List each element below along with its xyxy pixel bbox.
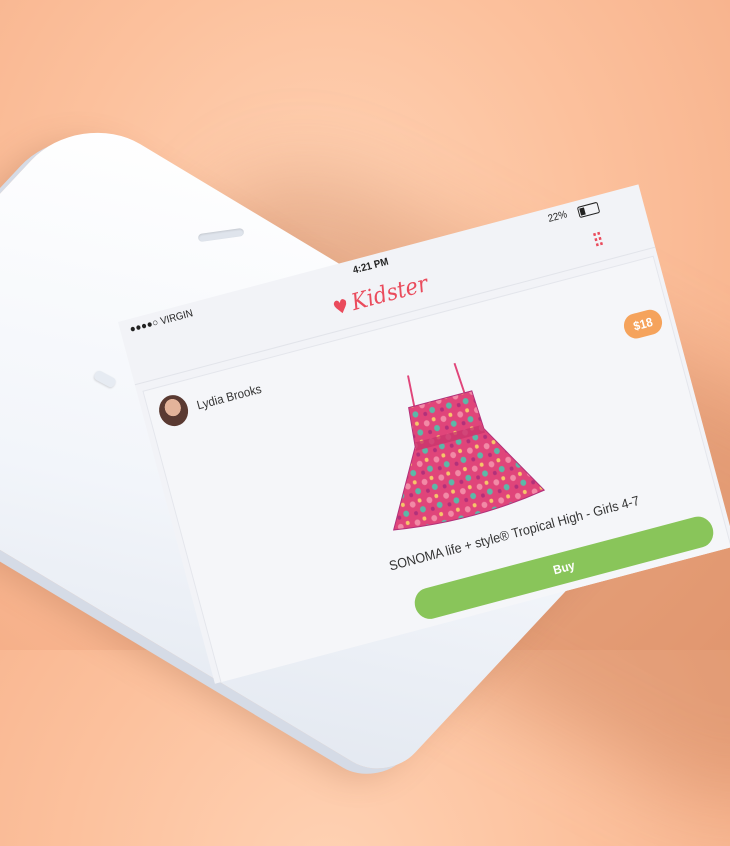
status-time: 4:21 PM xyxy=(351,256,390,277)
price-badge: $18 xyxy=(621,307,665,342)
product-image[interactable] xyxy=(340,336,560,543)
buy-button[interactable]: Buy xyxy=(411,513,717,623)
author-name[interactable]: Lydia Brooks xyxy=(195,381,263,412)
battery-percentage: 22% xyxy=(546,209,569,226)
avatar[interactable] xyxy=(155,391,192,430)
phone-mockup: ●●●●○ VIRGIN 4:21 PM 22% ♥Kidster ⫶⫶ Lyd… xyxy=(0,0,730,783)
filter-menu-icon[interactable]: ⫶⫶ xyxy=(591,229,605,252)
battery-icon xyxy=(576,201,601,219)
heart-icon: ♥ xyxy=(330,295,352,321)
post-author[interactable]: Lydia Brooks xyxy=(155,381,263,431)
